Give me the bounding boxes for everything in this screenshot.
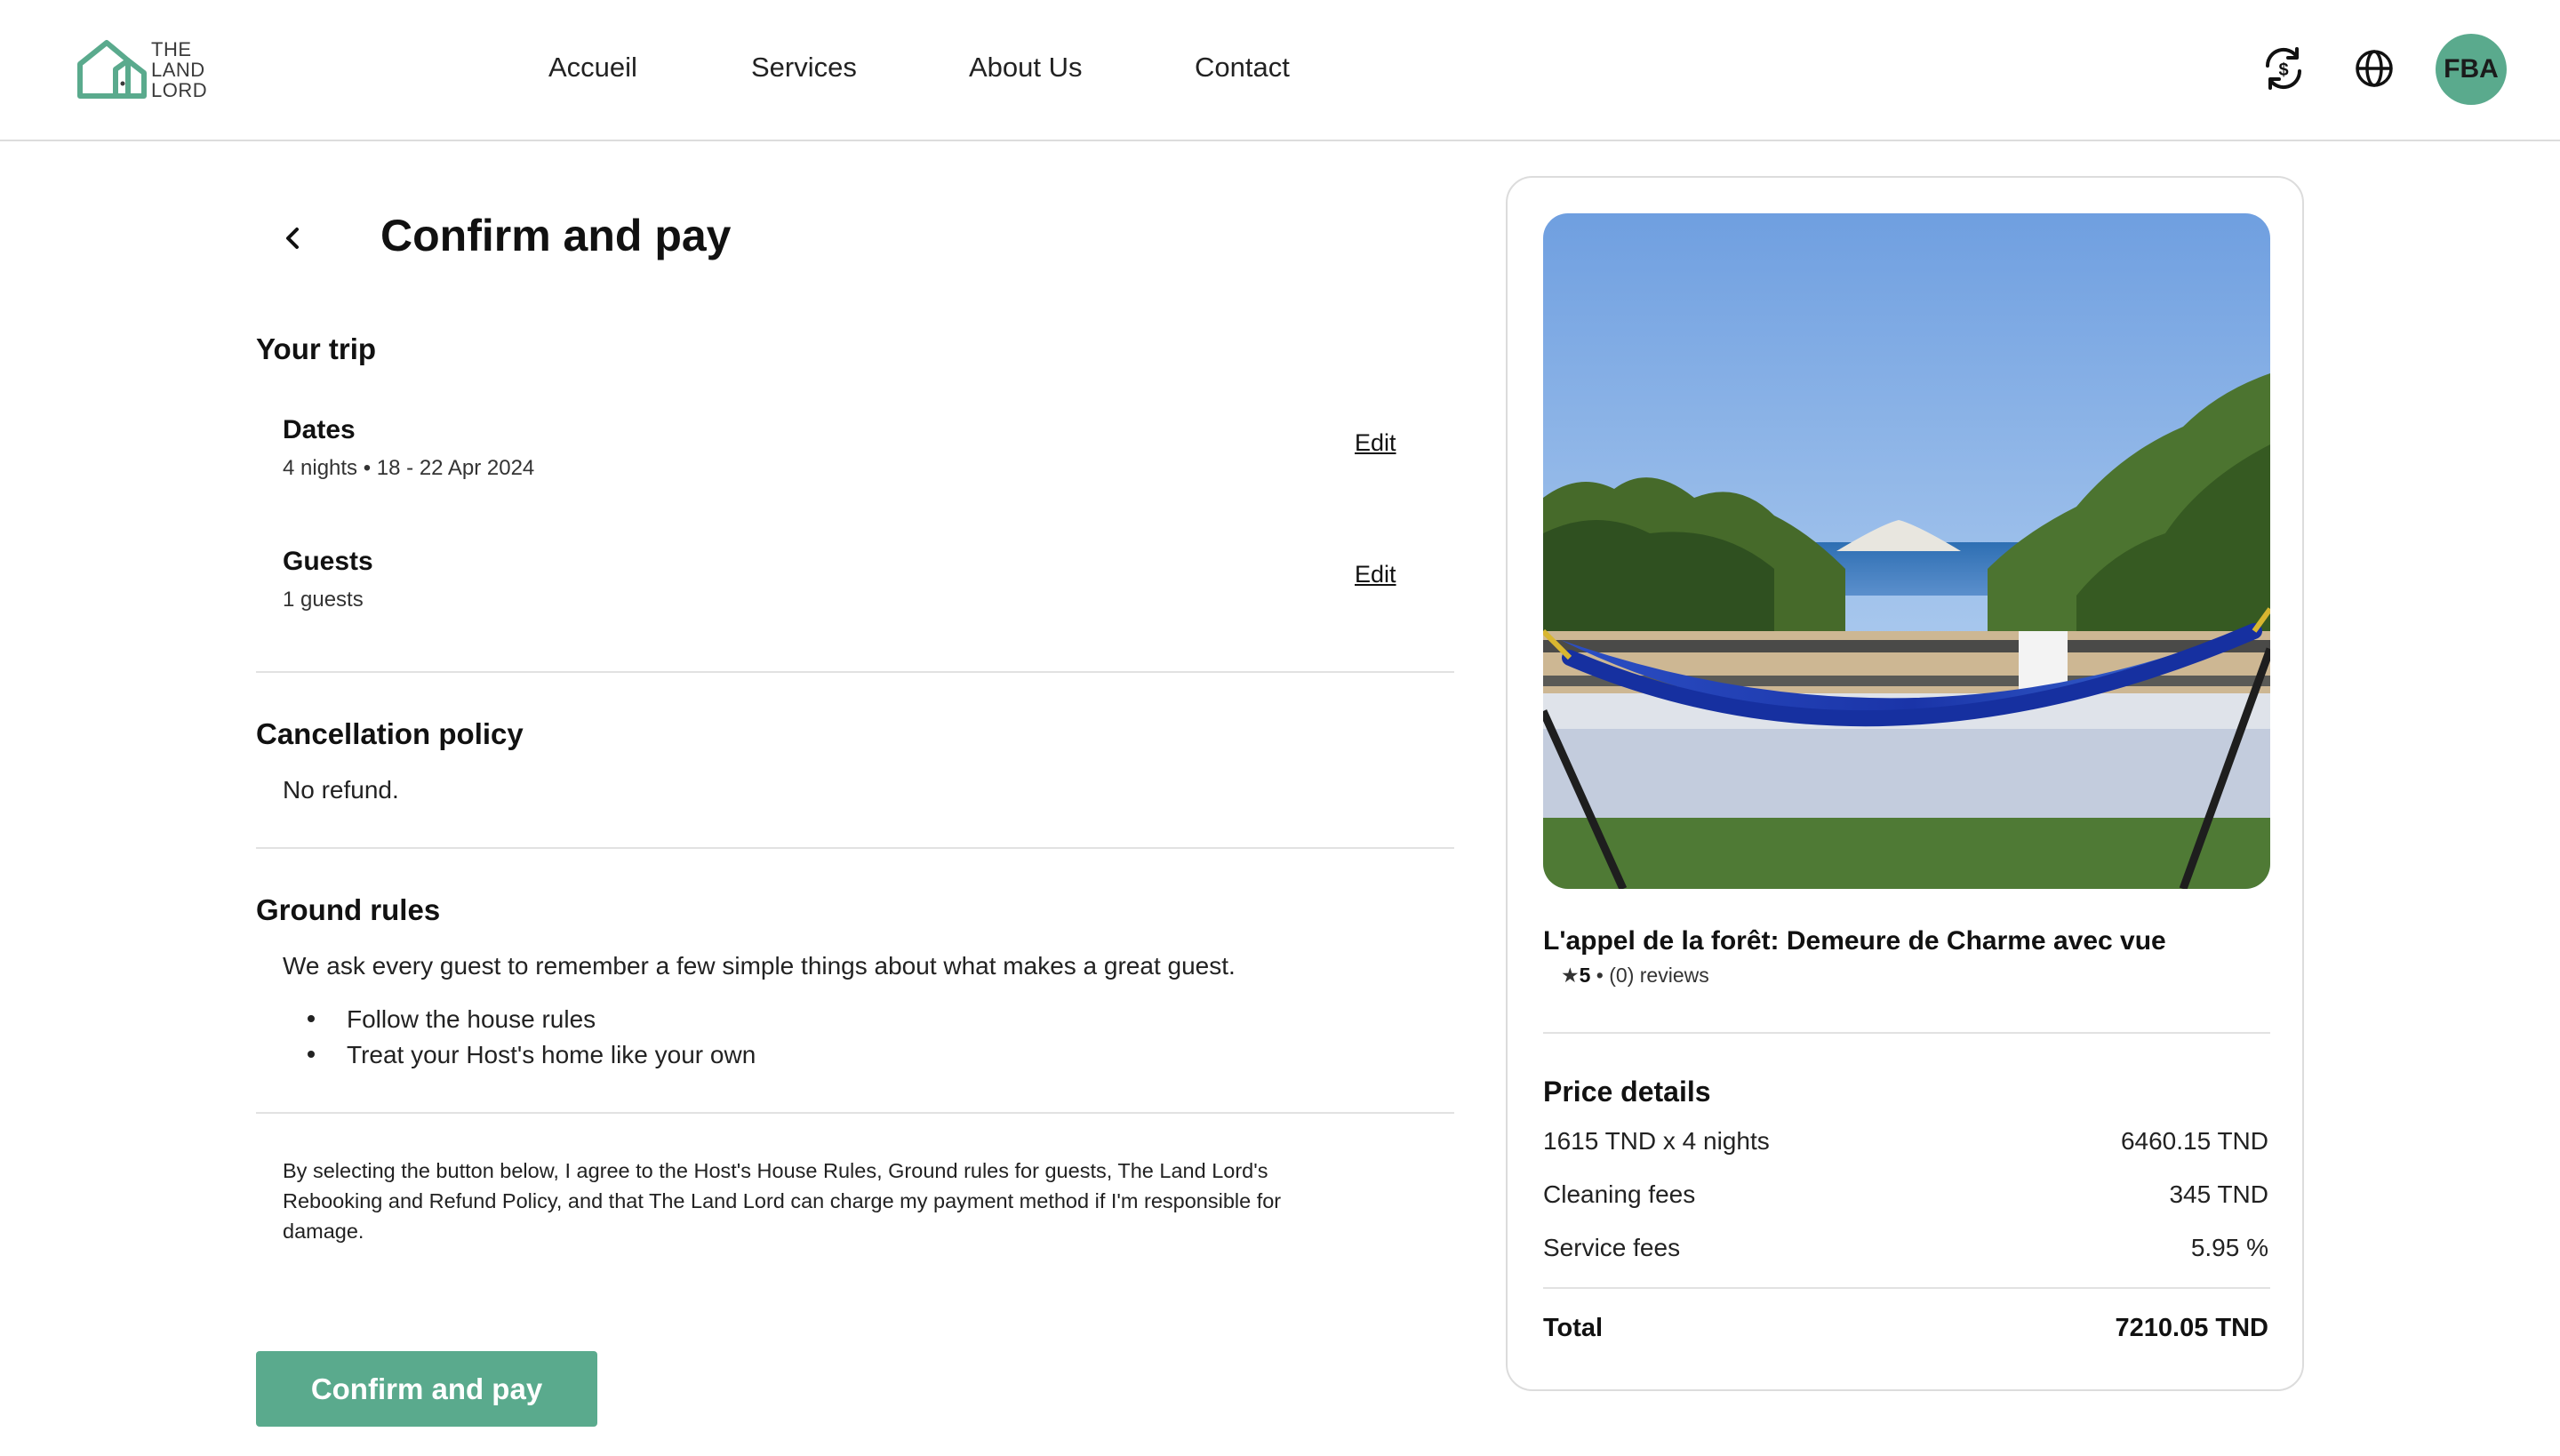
nav-accueil[interactable]: Accueil [548,52,637,84]
price-row-value: 345 TND [2169,1180,2268,1208]
your-trip-heading: Your trip [256,332,377,365]
guests-label: Guests [283,547,373,576]
logo[interactable]: THE LAND LORD [76,37,210,103]
price-row-label: Service fees [1543,1234,1681,1261]
list-item: Treat your Host's home like your own [308,1041,756,1069]
guests-value: 1 guests [283,588,364,612]
divider [256,1112,1454,1114]
house-logo-icon [77,40,147,99]
back-chevron-icon[interactable] [276,220,311,256]
legal-agreement-text: By selecting the button below, I agree t… [283,1159,1282,1243]
logo-text: THE LAND LORD [151,38,208,101]
nav-about-us[interactable]: About Us [969,52,1083,84]
confirm-and-pay-button[interactable]: Confirm and pay [256,1351,597,1427]
total-value: 7210.05 TND [2115,1314,2269,1342]
edit-guests-link[interactable]: Edit [1355,561,1396,588]
price-row-value: 5.95 % [2190,1234,2268,1261]
dates-label: Dates [283,415,356,444]
divider [256,847,1454,849]
top-navbar: THE LAND LORD Accueil Services About Us … [0,0,2560,141]
price-details-heading: Price details [1543,1076,1711,1108]
listing-summary-card: L'appel de la forêt: Demeure de Charme a… [1506,176,2304,1391]
svg-text:$: $ [2278,60,2288,80]
divider [256,671,1454,673]
globe-icon[interactable] [2350,44,2398,92]
ground-rules-heading: Ground rules [256,893,441,926]
edit-dates-link[interactable]: Edit [1355,429,1396,457]
list-item: Follow the house rules [308,1005,596,1034]
listing-photo [1543,213,2270,889]
currency-exchange-icon[interactable]: $ [2260,44,2308,92]
price-row-label: 1615 TND x 4 nights [1543,1127,1770,1155]
star-icon: ★ [1561,964,1580,987]
cancellation-heading: Cancellation policy [256,717,524,750]
divider [1543,1287,2270,1289]
page-title: Confirm and pay [380,211,732,260]
nav-services[interactable]: Services [751,52,857,84]
total-label: Total [1543,1314,1604,1342]
listing-title: L'appel de la forêt: Demeure de Charme a… [1543,926,2166,956]
cancellation-text: No refund. [283,776,399,804]
listing-rating: ★5 • (0) reviews [1561,964,1709,987]
nav-contact[interactable]: Contact [1195,52,1290,84]
divider [1543,1032,2270,1034]
user-avatar[interactable]: FBA [2436,34,2507,105]
ground-rules-intro: We ask every guest to remember a few sim… [283,952,1236,980]
price-row-label: Cleaning fees [1543,1180,1696,1208]
dates-value: 4 nights • 18 - 22 Apr 2024 [283,456,535,480]
price-row-value: 6460.15 TND [2120,1127,2268,1155]
